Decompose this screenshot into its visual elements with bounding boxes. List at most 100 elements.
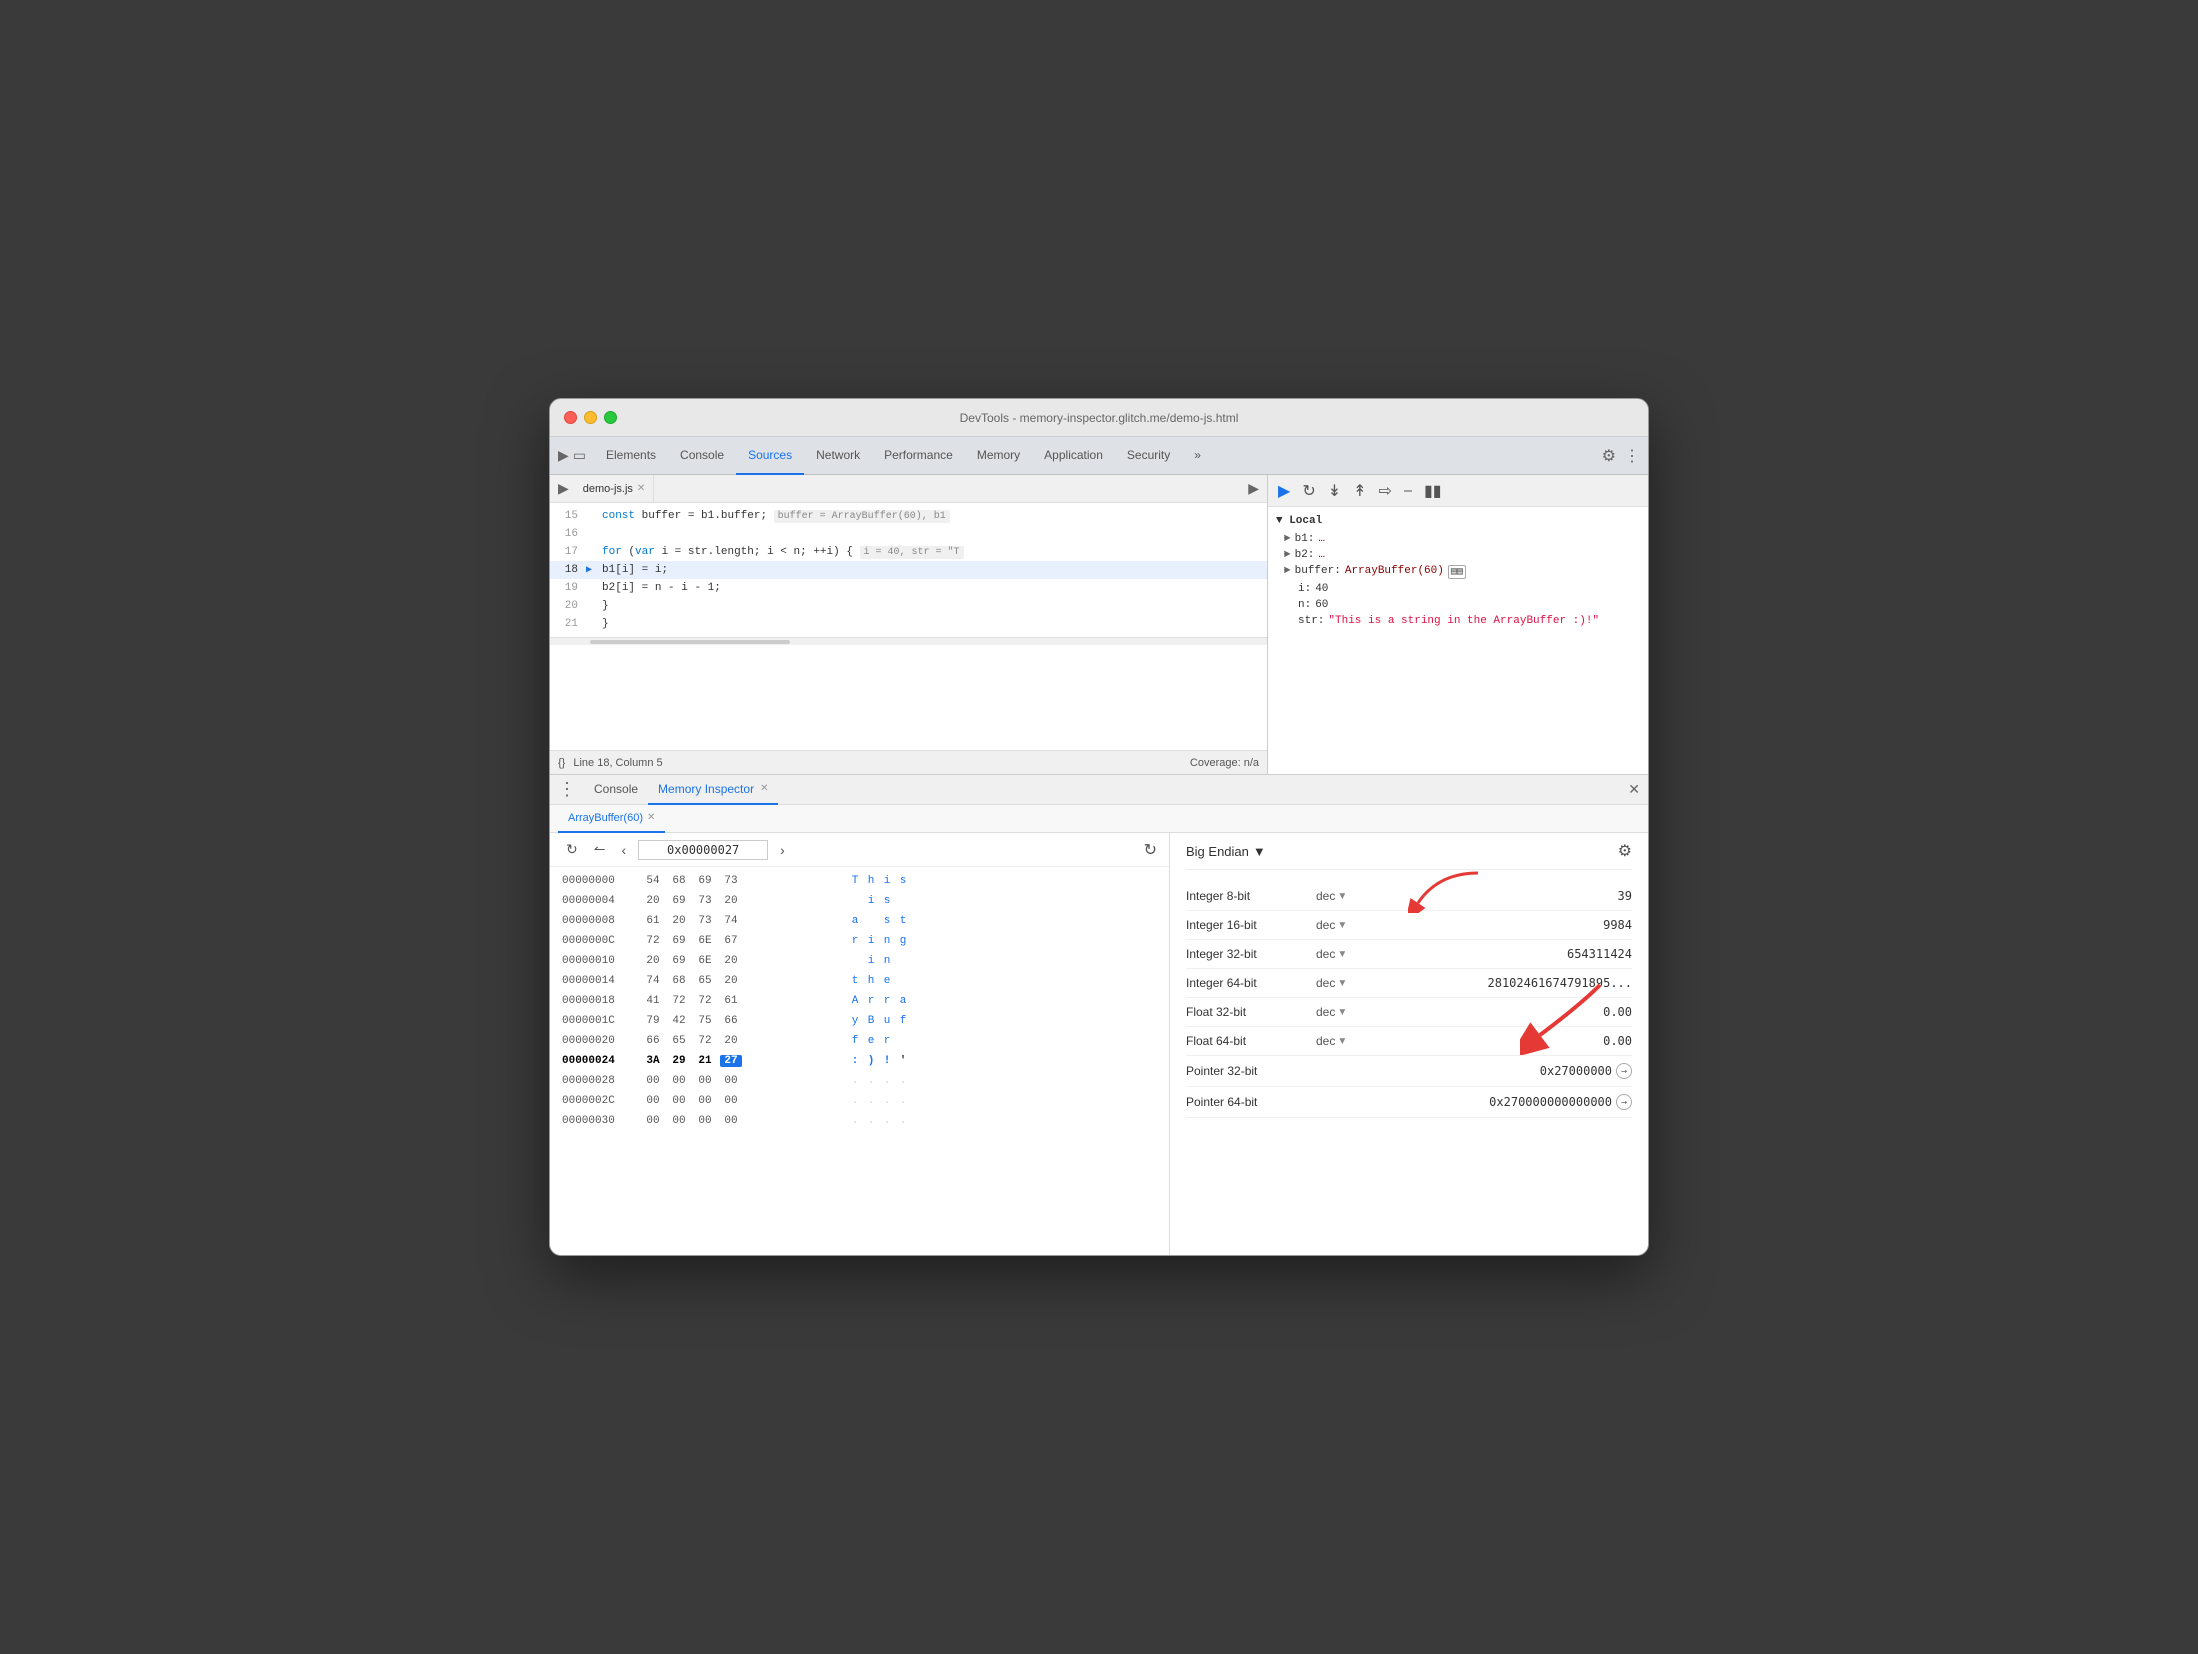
hex-byte[interactable]: 6E — [694, 935, 716, 947]
tab-performance[interactable]: Performance — [872, 437, 965, 475]
close-button[interactable] — [564, 411, 577, 424]
hex-byte[interactable]: 20 — [668, 915, 690, 927]
value-format-float32[interactable]: dec ▼ — [1316, 1005, 1376, 1019]
hex-byte[interactable]: 42 — [668, 1015, 690, 1027]
memory-inspector-icon[interactable]: ▤▤ — [1448, 565, 1466, 579]
hex-byte[interactable]: 20 — [720, 1035, 742, 1047]
tab-sources[interactable]: Sources — [736, 437, 804, 475]
hex-byte[interactable]: 21 — [694, 1055, 716, 1067]
code-horizontal-scrollbar[interactable] — [550, 637, 1267, 645]
value-inspector-settings-button[interactable]: ⚙ — [1618, 841, 1632, 861]
hex-byte[interactable]: 73 — [694, 895, 716, 907]
step-out-button[interactable]: ↟ — [1351, 479, 1368, 503]
prev-address-button[interactable]: ‹ — [617, 840, 630, 860]
next-address-button[interactable]: › — [776, 840, 789, 860]
refresh-button[interactable]: ↻ — [1144, 840, 1157, 860]
expand-b1-icon[interactable]: ► — [1284, 533, 1291, 545]
endian-selector[interactable]: Big Endian ▼ — [1186, 844, 1266, 859]
tab-memory[interactable]: Memory — [965, 437, 1032, 475]
hex-byte[interactable]: 00 — [720, 1115, 742, 1127]
hex-byte[interactable]: 00 — [694, 1075, 716, 1087]
value-format-int16[interactable]: dec ▼ — [1316, 918, 1376, 932]
code-scrollbar-thumb[interactable] — [590, 640, 790, 644]
cursor-icon[interactable]: ▶ — [558, 447, 569, 464]
bottom-tab-memory-inspector[interactable]: Memory Inspector ✕ — [648, 775, 778, 805]
hex-byte[interactable]: 29 — [668, 1055, 690, 1067]
hex-byte[interactable]: 00 — [642, 1075, 664, 1087]
hex-byte[interactable]: 20 — [642, 955, 664, 967]
hex-byte[interactable]: 65 — [668, 1035, 690, 1047]
hex-byte[interactable]: 00 — [720, 1075, 742, 1087]
hex-byte[interactable]: 00 — [668, 1095, 690, 1107]
hex-byte[interactable]: 6E — [694, 955, 716, 967]
hex-byte[interactable]: 72 — [694, 995, 716, 1007]
value-format-int64[interactable]: dec ▼ — [1316, 976, 1376, 990]
hex-byte[interactable]: 73 — [720, 875, 742, 887]
settings-icon[interactable]: ⚙ — [1602, 446, 1616, 466]
close-file-tab-icon[interactable]: ✕ — [637, 483, 645, 494]
hex-byte[interactable]: 61 — [642, 915, 664, 927]
hex-byte[interactable]: 00 — [668, 1115, 690, 1127]
hex-byte[interactable]: 00 — [642, 1095, 664, 1107]
tab-more[interactable]: » — [1182, 437, 1213, 475]
device-icon[interactable]: ▭ — [573, 447, 586, 464]
hex-byte[interactable]: 20 — [720, 975, 742, 987]
close-memory-inspector-tab-icon[interactable]: ✕ — [760, 783, 768, 794]
value-format-float64[interactable]: dec ▼ — [1316, 1034, 1376, 1048]
hex-byte[interactable]: 79 — [642, 1015, 664, 1027]
hex-byte[interactable]: 66 — [720, 1015, 742, 1027]
source-file-tab[interactable]: demo-js.js ✕ — [575, 475, 655, 503]
hex-byte[interactable]: 69 — [694, 875, 716, 887]
play-icon[interactable]: ▶ — [558, 480, 569, 497]
tab-network[interactable]: Network — [804, 437, 872, 475]
hex-byte-selected[interactable]: 27 — [720, 1055, 742, 1067]
tab-application[interactable]: Application — [1032, 437, 1115, 475]
address-input[interactable] — [638, 840, 768, 860]
hex-byte[interactable]: 69 — [668, 895, 690, 907]
hex-byte[interactable]: 20 — [642, 895, 664, 907]
hex-byte[interactable]: 69 — [668, 955, 690, 967]
step-button[interactable]: ⇨ — [1377, 479, 1394, 503]
fullscreen-button[interactable] — [604, 411, 617, 424]
redo-button[interactable]: ↼ — [590, 839, 610, 860]
expand-b2-icon[interactable]: ► — [1284, 549, 1291, 561]
tab-console[interactable]: Console — [668, 437, 736, 475]
hex-byte[interactable]: 00 — [668, 1075, 690, 1087]
hex-byte[interactable]: 66 — [642, 1035, 664, 1047]
undo-button[interactable]: ↻ — [562, 839, 582, 860]
minimize-button[interactable] — [584, 411, 597, 424]
close-memory-file-tab-icon[interactable]: ✕ — [647, 812, 655, 823]
navigate-ptr64-icon[interactable]: → — [1616, 1094, 1632, 1110]
hex-byte[interactable]: 72 — [668, 995, 690, 1007]
hex-byte[interactable]: 75 — [694, 1015, 716, 1027]
hex-byte[interactable]: 67 — [720, 935, 742, 947]
value-format-int8[interactable]: dec ▼ — [1316, 889, 1376, 903]
hex-byte[interactable]: 00 — [694, 1095, 716, 1107]
hex-byte[interactable]: 68 — [668, 975, 690, 987]
navigate-ptr32-icon[interactable]: → — [1616, 1063, 1632, 1079]
hex-byte[interactable]: 69 — [668, 935, 690, 947]
endian-dropdown-icon[interactable]: ▼ — [1253, 844, 1266, 859]
resume-button[interactable]: ▶ — [1276, 479, 1292, 503]
step-into-button[interactable]: ↡ — [1326, 479, 1343, 503]
bottom-tab-console[interactable]: Console — [584, 775, 648, 805]
deactivate-breakpoints-button[interactable]: ⎯ — [1402, 480, 1414, 502]
pause-on-exceptions-button[interactable]: ▮▮ — [1422, 479, 1444, 503]
hex-byte[interactable]: 72 — [642, 935, 664, 947]
more-options-icon[interactable]: ⋮ — [1624, 446, 1640, 466]
hex-byte[interactable]: 20 — [720, 955, 742, 967]
hex-byte[interactable]: 3A — [642, 1055, 664, 1067]
hex-byte[interactable]: 41 — [642, 995, 664, 1007]
hex-byte[interactable]: 00 — [720, 1095, 742, 1107]
close-bottom-panel-icon[interactable]: ✕ — [1628, 781, 1640, 798]
hex-byte[interactable]: 54 — [642, 875, 664, 887]
hex-byte[interactable]: 00 — [642, 1115, 664, 1127]
hex-byte[interactable]: 00 — [694, 1115, 716, 1127]
bottom-tab-dots-icon[interactable]: ⋮ — [558, 779, 576, 800]
hex-byte[interactable]: 68 — [668, 875, 690, 887]
hex-byte[interactable]: 73 — [694, 915, 716, 927]
hex-byte[interactable]: 74 — [642, 975, 664, 987]
hex-byte[interactable]: 20 — [720, 895, 742, 907]
value-format-int32[interactable]: dec ▼ — [1316, 947, 1376, 961]
hex-byte[interactable]: 65 — [694, 975, 716, 987]
